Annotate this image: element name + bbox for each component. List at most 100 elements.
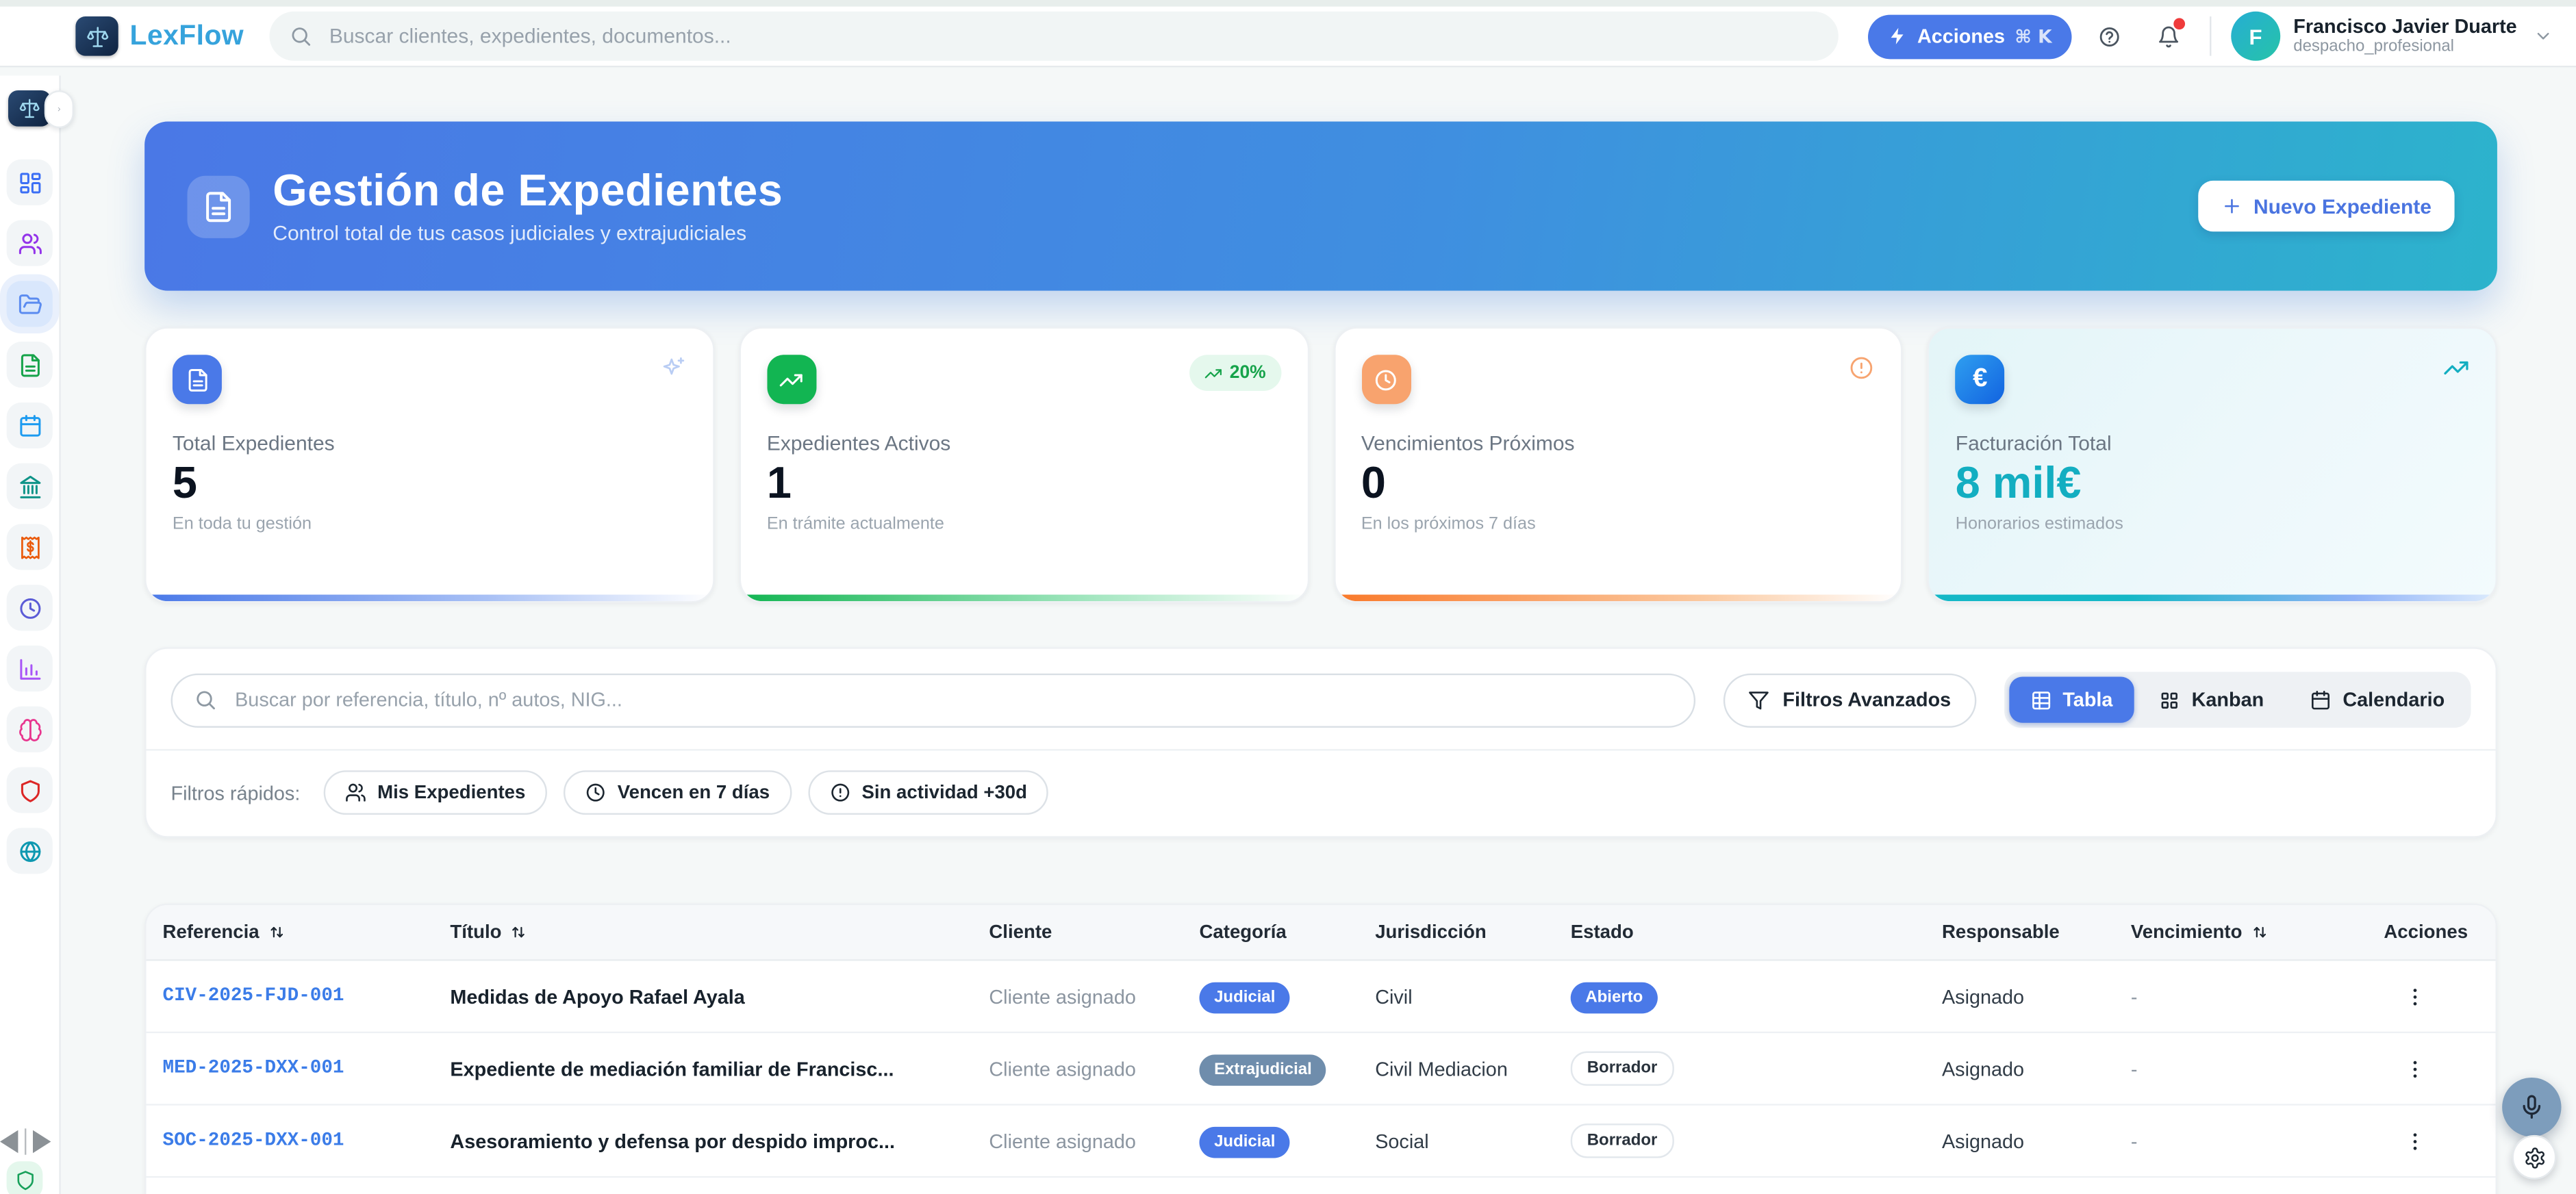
row-actions-button[interactable] [2394,975,2436,1017]
stat-card-deadlines[interactable]: Vencimientos Próximos 0 En los próximos … [1333,327,1903,602]
stat-card-total[interactable]: Total Expedientes 5 En toda tu gestión [144,327,714,602]
user-name: Francisco Javier Duarte [2293,14,2516,38]
avatar: F [2231,12,2280,61]
table-row-partial [147,1178,2496,1194]
lightning-icon [1888,26,1908,46]
global-search-input[interactable] [326,23,1819,49]
view-tab-table[interactable]: Tabla [2008,677,2134,723]
table-row[interactable]: MED-2025-DXX-001 Expediente de mediación… [147,1033,2496,1106]
stat-card-active[interactable]: 20% Expedientes Activos 1 En trámite act… [739,327,1309,602]
sidebar-item-dashboard[interactable] [7,160,53,205]
landmark-icon [17,474,42,498]
sidebar-item-billing[interactable] [7,524,53,570]
status-badge: Abierto [1571,982,1658,1013]
sidebar-item-time[interactable] [7,585,53,631]
row-actions-button[interactable] [2394,1119,2436,1162]
trending-up-icon [1205,364,1223,381]
stat-caption: En toda tu gestión [173,515,686,535]
sidebar-item-documents[interactable] [7,342,53,388]
row-actions-button[interactable] [2394,1047,2436,1090]
case-due-date: - [2131,1057,2384,1080]
stat-value: 1 [767,460,1280,507]
shield-icon [17,778,42,802]
column-header-vencimiento[interactable]: Vencimiento [2131,922,2384,942]
case-reference-link[interactable]: CIV-2025-FJD-001 [163,986,451,1007]
help-icon [2098,22,2121,50]
quick-filter-due-7-days[interactable]: Vencen en 7 días [564,770,792,815]
clock-icon [1361,355,1411,404]
search-icon [194,688,217,711]
stat-card-billing[interactable]: € Facturación Total 8 mil€ Honorarios es… [1928,327,2497,602]
view-tab-calendar[interactable]: Calendario [2288,677,2466,723]
bar-chart-icon [17,657,42,681]
alert-circle-icon [1849,355,1875,381]
case-reference-link[interactable]: MED-2025-DXX-001 [163,1058,451,1079]
sort-icon[interactable] [509,923,527,941]
case-title: Expediente de mediación familiar de Fran… [450,1057,989,1080]
column-header-titulo[interactable]: Título [450,922,989,942]
column-header-categoria: Categoría [1199,922,1375,942]
case-search[interactable] [171,673,1696,727]
calendar-icon [17,413,42,437]
stat-label: Total Expedientes [173,432,686,455]
case-reference-link[interactable]: SOC-2025-DXX-001 [163,1130,451,1152]
help-button[interactable] [2088,15,2130,58]
case-client: Cliente asignado [989,985,1199,1008]
users-icon [344,782,366,803]
sort-icon[interactable] [2250,923,2268,941]
forward-arrow-button[interactable] [33,1130,51,1154]
sidebar-item-courts[interactable] [7,463,53,509]
brand[interactable]: LexFlow [75,16,244,56]
case-responsible: Asignado [1942,1130,2131,1153]
sidebar-item-calendar[interactable] [7,403,53,448]
sidebar-item-cases[interactable] [7,281,53,327]
case-title: Asesoramiento y defensa por despido impr… [450,1130,989,1153]
sort-icon[interactable] [268,923,286,941]
search-icon [290,25,313,48]
advanced-filters-button[interactable]: Filtros Avanzados [1723,673,1975,727]
sparkles-icon [659,355,687,383]
quick-filter-my-cases[interactable]: Mis Expedientes [323,770,547,815]
view-tab-kanban[interactable]: Kanban [2137,677,2285,723]
privacy-shield-button[interactable] [7,1161,43,1194]
quick-filter-no-activity[interactable]: Sin actividad +30d [807,770,1048,815]
back-arrow-button[interactable] [0,1130,18,1154]
user-menu[interactable]: F Francisco Javier Duarte despacho_profe… [2231,12,2553,61]
notifications-button[interactable] [2147,15,2190,58]
column-header-referencia[interactable]: Referencia [163,922,451,942]
sidebar-item-reports[interactable] [7,646,53,691]
case-search-input[interactable] [231,687,1672,713]
sidebar-expand-button[interactable] [45,90,74,128]
stat-accent-bar [1929,595,2495,602]
case-client: Cliente asignado [989,1057,1199,1080]
sidebar-item-clients[interactable] [7,220,53,266]
page-title: Gestión de Expedientes [273,168,783,216]
global-search[interactable] [270,12,1838,61]
settings-button[interactable] [2512,1135,2557,1180]
app-window: LexFlow Acciones ⌘ K F Francisco Javier … [0,0,2576,1194]
file-text-icon [17,353,42,377]
new-case-button[interactable]: Nuevo Expediente [2197,181,2454,231]
trending-up-icon [767,355,816,404]
case-due-date: - [2131,985,2384,1008]
brain-icon [17,717,42,741]
table-header-row: Referencia Título Cliente Categoría Juri… [147,905,2496,961]
sidebar-item-security[interactable] [7,767,53,813]
microphone-button[interactable] [2502,1078,2561,1136]
table-row[interactable]: SOC-2025-DXX-001 Asesoramiento y defensa… [147,1106,2496,1178]
column-header-acciones: Acciones [2384,922,2497,942]
actions-button[interactable]: Acciones ⌘ K [1868,14,2071,58]
clock-icon [17,596,42,620]
stat-accent-bar [147,595,713,602]
stat-accent-bar [1335,595,1901,602]
stat-caption: En los próximos 7 días [1361,515,1875,535]
shield-icon [14,1169,35,1191]
table-row[interactable]: CIV-2025-FJD-001 Medidas de Apoyo Rafael… [147,961,2496,1034]
case-responsible: Asignado [1942,985,2131,1008]
kanban-grid-icon [2159,689,2180,711]
euro-icon: € [1956,355,2005,404]
sidebar-item-web[interactable] [7,828,53,874]
category-badge: Judicial [1199,1126,1290,1158]
sidebar-item-ai[interactable] [7,707,53,752]
user-workspace: despacho_profesional [2293,38,2516,58]
